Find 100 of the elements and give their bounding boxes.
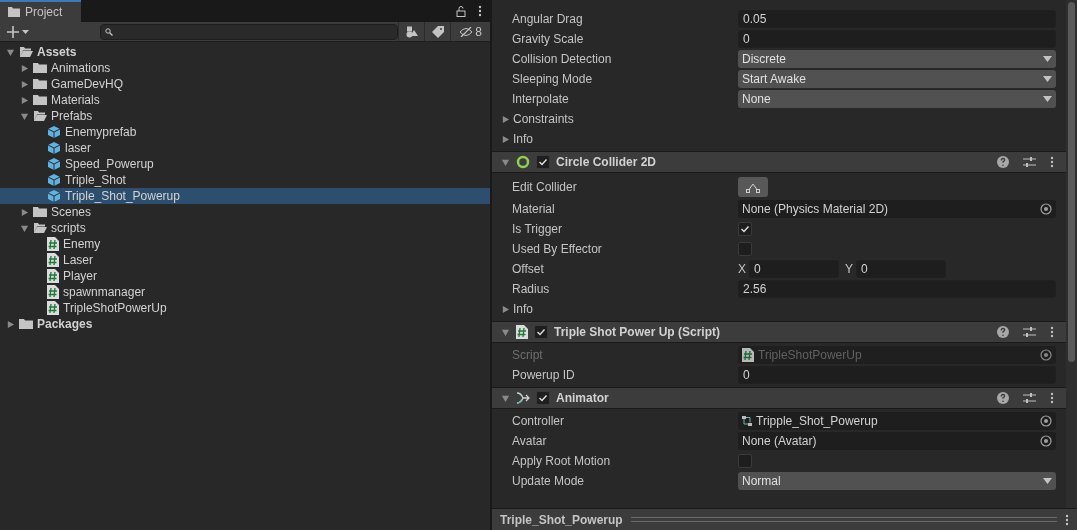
number-field[interactable]: 2.56 [738,280,1056,298]
expand-arrow-icon[interactable] [20,63,29,73]
tree-item[interactable]: laser [0,140,490,156]
foldout[interactable]: Constraints [492,109,1066,129]
open-folder-icon [19,46,33,58]
cube-icon [47,189,61,203]
tree-item[interactable]: Enemy [0,236,490,252]
property-label: Apply Root Motion [512,453,612,470]
more-options-icon[interactable] [1050,156,1054,168]
component-header[interactable]: Triple Shot Power Up (Script) [492,321,1066,343]
expand-arrow-icon[interactable] [501,304,510,314]
tree-item[interactable]: Scenes [0,204,490,220]
expand-arrow-icon[interactable] [20,111,29,121]
dropdown[interactable]: Normal [738,472,1056,490]
tree-item[interactable]: scripts [0,220,490,236]
object-field[interactable]: None (Avatar) [738,432,1056,450]
shapes-icon [405,25,418,38]
tree-item[interactable]: TripleShotPowerUp [0,300,490,316]
script-file-icon [47,269,59,283]
tree-item[interactable]: Triple_Shot [0,172,490,188]
expand-arrow-icon[interactable] [20,79,29,89]
preset-sliders-icon[interactable] [1023,326,1036,338]
dropdown[interactable]: Start Awake [738,70,1056,88]
lock-icon[interactable] [456,5,466,17]
number-field[interactable]: 0 [738,30,1056,48]
more-options-icon[interactable] [478,5,482,17]
help-icon[interactable] [997,392,1009,404]
object-field[interactable]: None (Physics Material 2D) [738,200,1056,218]
number-field[interactable]: 0.05 [738,10,1056,28]
tree-item[interactable]: Prefabs [0,108,490,124]
checkbox[interactable] [738,454,752,468]
scrollbar[interactable] [1066,0,1077,508]
cube-icon [47,173,61,187]
component-header[interactable]: Circle Collider 2D [492,151,1066,173]
expand-arrow-icon[interactable] [501,157,510,167]
expand-arrow-icon[interactable] [501,393,510,403]
property-label: Material [512,201,556,218]
folder-icon [33,94,47,106]
folder-icon [19,318,33,330]
caret-icon [1043,76,1052,82]
checkbox[interactable] [534,325,548,339]
tree-item[interactable]: spawnmanager [0,284,490,300]
preset-sliders-icon[interactable] [1023,392,1036,404]
script-file-icon [47,237,59,251]
component-header[interactable]: Animator [492,387,1066,409]
expand-arrow-icon[interactable] [20,95,29,105]
property-label: Edit Collider [512,179,578,196]
property-label: Used By Effector [512,241,603,258]
tree-item[interactable]: Player [0,268,490,284]
tree-item[interactable]: Enemyprefab [0,124,490,140]
edit-collider-button[interactable] [738,177,768,197]
object-picker-icon[interactable] [1040,435,1052,447]
search-icon [104,27,113,36]
tree-item[interactable]: Animations [0,60,490,76]
number-field[interactable]: 0 [738,366,1056,384]
dropdown[interactable]: None [738,90,1056,108]
property-label: Update Mode [512,473,586,490]
project-tab[interactable]: Project [0,0,81,22]
tree-item[interactable]: Triple_Shot_Powerup [0,188,490,204]
checkbox[interactable] [738,242,752,256]
hidden-packages-button[interactable]: 8 [450,22,490,41]
more-options-icon[interactable] [1050,392,1054,404]
polygon-edit-icon [746,181,760,193]
object-picker-icon[interactable] [1040,415,1052,427]
foldout[interactable]: Info [492,299,1066,319]
checkbox[interactable] [738,222,752,236]
tree-item[interactable]: Materials [0,92,490,108]
expand-arrow-icon[interactable] [501,327,510,337]
object-field[interactable]: Tripple_Shot_Powerup [738,412,1056,430]
foldout[interactable]: Info [492,129,1066,149]
more-options-icon[interactable] [1050,326,1054,338]
caret-icon [1043,56,1052,62]
preset-sliders-icon[interactable] [1023,156,1036,168]
expand-arrow-icon[interactable] [20,223,29,233]
number-field[interactable]: 0 [856,260,947,278]
caret-icon [1043,478,1052,484]
tree-item[interactable]: Laser [0,252,490,268]
more-options-icon[interactable] [1065,513,1069,526]
component-title: Animator [556,390,610,407]
property-label: Powerup ID [512,367,576,384]
help-icon[interactable] [997,156,1009,168]
expand-arrow-icon[interactable] [20,207,29,217]
checkbox[interactable] [536,155,550,169]
number-field[interactable]: 0 [749,260,839,278]
object-picker-icon[interactable] [1040,203,1052,215]
script-file-icon [516,325,528,339]
dropdown[interactable]: Discrete [738,50,1056,68]
property-label: Offset [512,261,545,278]
tree-item[interactable]: Packages [0,316,490,332]
property-label: Gravity Scale [512,31,585,48]
hidden-eye-icon [459,26,474,37]
cube-icon [47,141,61,155]
checkbox[interactable] [536,391,550,405]
help-icon[interactable] [997,326,1009,338]
expand-arrow-icon[interactable] [6,47,15,57]
expand-arrow-icon[interactable] [6,319,15,329]
search-field[interactable] [99,23,399,40]
tree-item[interactable]: Speed_Powerup [0,156,490,172]
tree-item[interactable]: Assets [0,44,490,60]
tree-item[interactable]: GameDevHQ [0,76,490,92]
